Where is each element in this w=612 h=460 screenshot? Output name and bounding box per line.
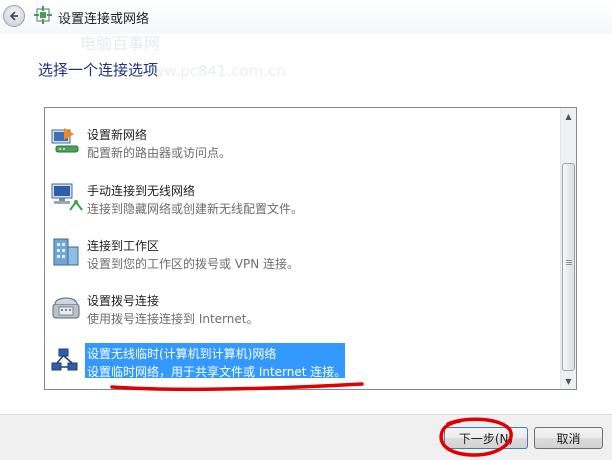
option-title: 手动连接到无线网络 [87,184,196,198]
option-description: 配置新的路由器或访问点。 [87,146,232,160]
network-setup-icon [34,6,52,24]
option-title: 设置拨号连接 [87,294,160,308]
option-title: 设置无线临时(计算机到计算机)网络 [87,347,277,361]
dialup-phone-icon [52,297,80,319]
title-bar: 设置连接或网络 [0,0,612,34]
option-description: 设置到您的工作区的拨号或 VPN 连接。 [87,257,300,271]
option-workplace[interactable]: 连接到工作区 设置到您的工作区的拨号或 VPN 连接。 [45,231,560,277]
adhoc-network-icon [51,348,78,371]
page-heading: 选择一个连接选项 [38,61,159,79]
connection-options-list[interactable]: 设置新网络 配置新的路由器或访问点。 手动连接到无线网络 连接到隐藏网络或创建新… [44,107,577,390]
option-manual-wireless[interactable]: 手动连接到无线网络 连接到隐藏网络或创建新无线配置文件。 [45,176,560,222]
workplace-building-icon [53,238,79,266]
option-dialup[interactable]: 设置拨号连接 使用拨号连接连接到 Internet。 [45,286,560,332]
option-title: 设置新网络 [87,128,148,142]
annotation-circle [439,417,513,457]
wireless-network-icon [51,183,83,211]
option-description: 连接到隐藏网络或创建新无线配置文件。 [87,202,304,216]
watermark-text: 电脑百事网 [80,34,161,53]
annotation-underline [110,382,364,392]
list-scrollbar[interactable]: ▲ ▼ [560,108,576,389]
scroll-down-icon[interactable]: ▼ [561,373,576,389]
option-description: 使用拨号连接连接到 Internet。 [87,312,259,326]
thumb-grip [566,260,572,261]
watermark-url: www.pc841.com.cn [140,62,286,80]
window-title: 设置连接或网络 [58,12,150,27]
option-title: 连接到工作区 [87,239,160,253]
cancel-button[interactable]: 取消 [534,427,603,449]
option-new-network[interactable]: 设置新网络 配置新的路由器或访问点。 [45,120,560,166]
router-network-icon [51,128,79,153]
back-arrow-icon [9,11,18,21]
back-button[interactable] [3,5,25,27]
scroll-up-icon[interactable]: ▲ [561,108,576,124]
scroll-thumb[interactable] [562,163,575,371]
